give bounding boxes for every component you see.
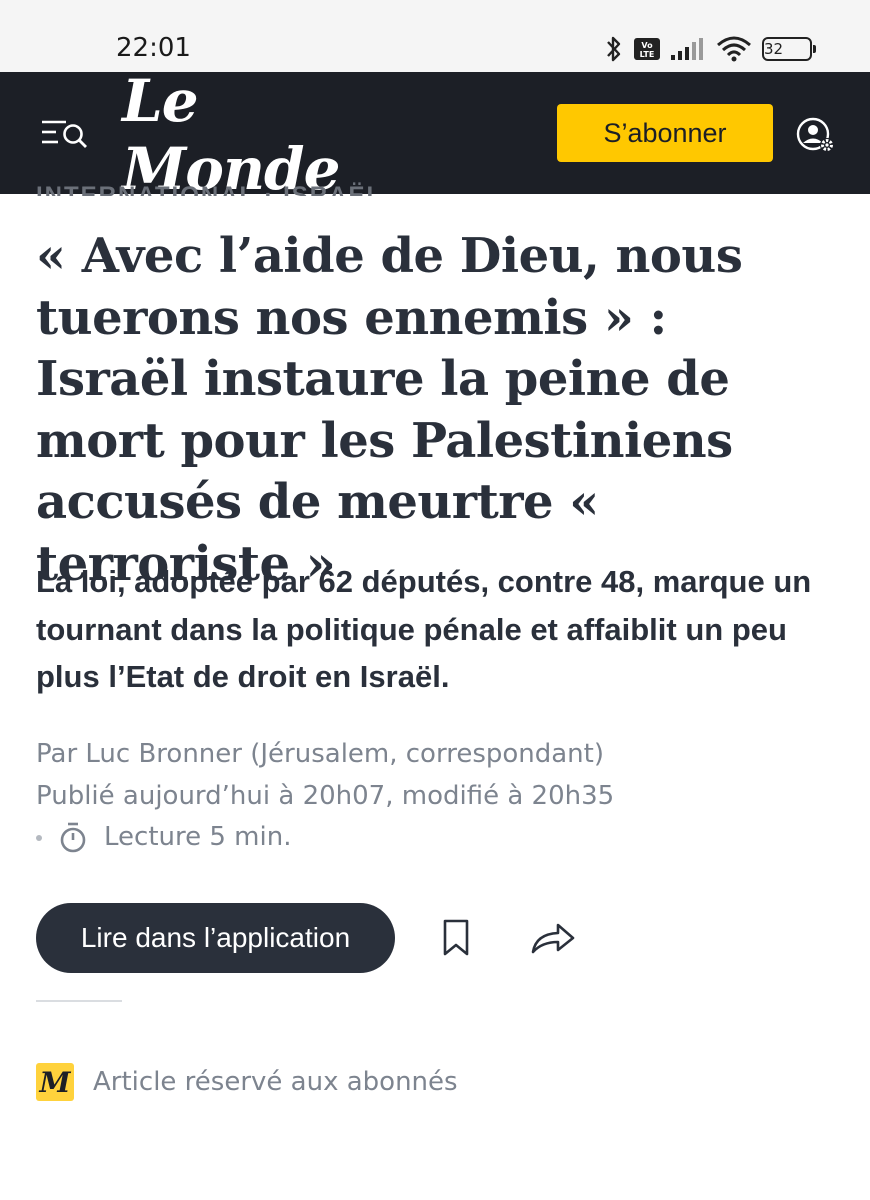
- le-monde-logo[interactable]: Le Monde: [122, 67, 382, 203]
- publication-date: Publié aujourd’hui à 20h07, modifié à 20…: [36, 780, 615, 811]
- le-monde-m-icon: M: [36, 1063, 74, 1101]
- author-line[interactable]: Par Luc Bronner (Jérusalem, correspondan…: [36, 734, 836, 776]
- volte-icon: Vo LTE: [634, 38, 660, 60]
- account-settings-icon[interactable]: [794, 116, 838, 156]
- subscribe-button[interactable]: S’abonner: [557, 104, 773, 162]
- bluetooth-icon: [604, 34, 624, 64]
- battery-icon: 32: [762, 37, 816, 61]
- separator-dot: [36, 834, 42, 841]
- status-time: 22:01: [116, 33, 191, 63]
- signal-icon: [670, 37, 706, 61]
- status-icons: Vo LTE 32: [604, 32, 816, 66]
- menu-search-icon[interactable]: [40, 114, 90, 154]
- reading-time: Lecture 5 min.: [104, 822, 292, 852]
- stopwatch-icon: [58, 822, 88, 854]
- read-in-app-button[interactable]: Lire dans l’application: [36, 903, 395, 973]
- share-icon[interactable]: [530, 918, 576, 958]
- section-divider: [36, 1000, 122, 1002]
- subscribers-only-label: Article réservé aux abonnés: [93, 1067, 458, 1097]
- article-headline: « Avec l’aide de Dieu, nous tuerons nos …: [36, 228, 743, 592]
- status-bar: 22:01 Vo LTE 32: [0, 0, 870, 72]
- article-rubric: INTERNATIONAL · ISRAËL: [36, 178, 436, 196]
- article-meta: Par Luc Bronner (Jérusalem, correspondan…: [36, 734, 836, 859]
- site-header: Le Monde S’abonner: [0, 67, 870, 203]
- rubric-text: INTERNATIONAL · ISRAËL: [36, 182, 384, 196]
- article-standfirst: La loi, adoptée par 62 députés, contre 4…: [36, 564, 812, 694]
- bookmark-icon[interactable]: [440, 918, 472, 958]
- wifi-icon: [716, 35, 752, 63]
- reading-time-line: Lecture 5 min.: [36, 817, 836, 859]
